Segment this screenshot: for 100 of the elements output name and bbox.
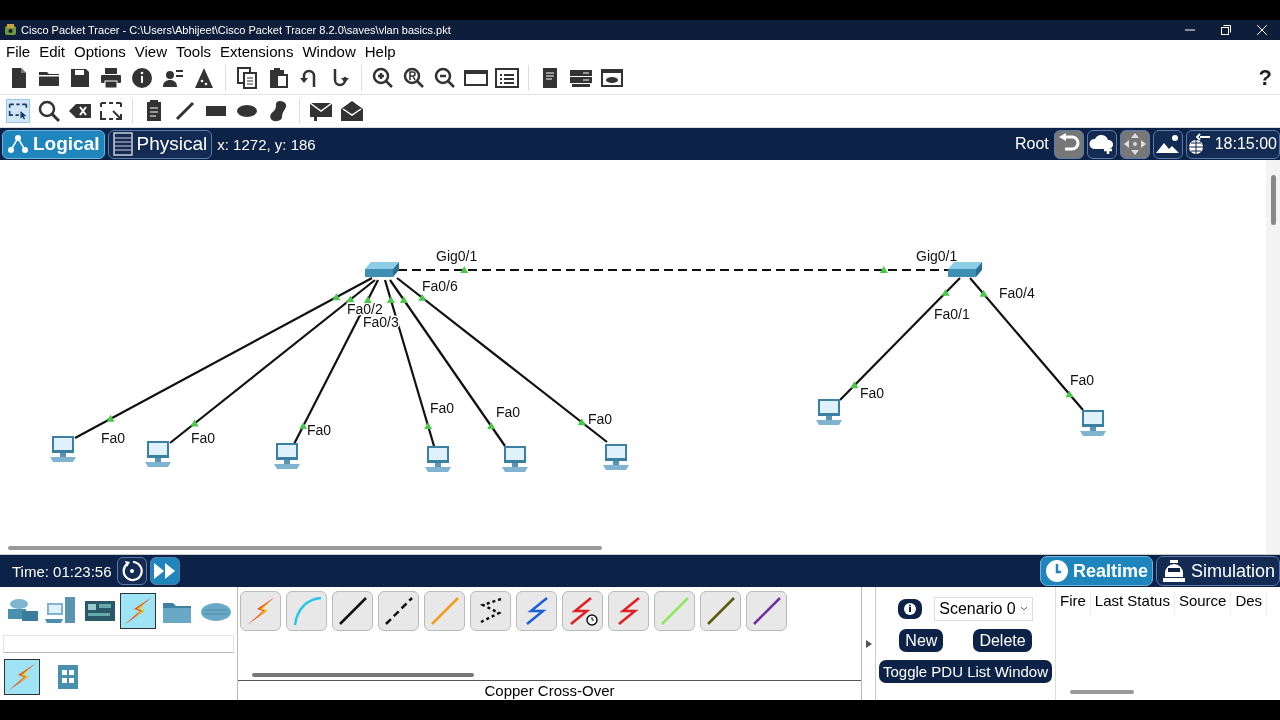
link-light-icon <box>386 295 395 303</box>
link-light-icon <box>850 381 859 389</box>
pc-icon[interactable] <box>603 444 629 470</box>
network-nodes-icon <box>7 133 29 155</box>
stopwatch-icon <box>1160 559 1187 583</box>
vertical-scrollbar[interactable] <box>1266 160 1280 554</box>
zoom-out-icon[interactable] <box>433 65 457 90</box>
switch-icon[interactable] <box>365 262 399 277</box>
info-icon[interactable] <box>130 65 154 90</box>
port-label: Fa0/4 <box>999 285 1035 302</box>
link-light-icon <box>399 295 408 303</box>
port-label: Fa0/1 <box>934 306 970 323</box>
move-arrows-icon <box>1122 132 1147 156</box>
app-logo-icon <box>4 24 17 36</box>
menu-item[interactable]: Window <box>298 42 361 60</box>
simulation-time: Time: 01:23:56 <box>12 562 112 580</box>
pc-icon[interactable] <box>274 443 300 469</box>
mountain-icon <box>1154 133 1181 155</box>
port-label: Fa0 <box>496 404 521 421</box>
globe-icon <box>1186 132 1211 156</box>
link-light-icon <box>424 422 433 430</box>
port-label: Fa0 <box>101 430 126 447</box>
mode-tab[interactable]: Realtime <box>1039 556 1153 586</box>
subcategory-button[interactable] <box>4 659 40 695</box>
link-light-icon <box>979 289 988 297</box>
copy-icon[interactable] <box>235 65 259 90</box>
switch-icon[interactable] <box>948 262 982 277</box>
cable-line[interactable] <box>398 268 950 272</box>
link-light-icon <box>332 293 341 301</box>
link-light-icon <box>1065 390 1074 398</box>
fast-forward-button[interactable] <box>149 557 180 585</box>
cable-button[interactable] <box>332 591 373 631</box>
open-envelope-icon[interactable] <box>340 98 364 123</box>
rack-icon <box>112 132 133 156</box>
reset-icon <box>120 560 143 582</box>
column-header[interactable]: Last Status <box>1090 592 1175 614</box>
cable-button[interactable] <box>470 591 511 631</box>
pc-icon[interactable] <box>816 399 842 425</box>
port-label: Gig0/1 <box>436 248 478 265</box>
cable-button[interactable] <box>746 591 787 631</box>
zoom-reset-icon[interactable] <box>402 65 426 90</box>
clock-icon <box>1044 559 1069 583</box>
move-button[interactable] <box>1119 129 1150 159</box>
menu-item[interactable]: Tools <box>172 42 216 60</box>
pc-icon[interactable] <box>50 436 76 462</box>
category-button[interactable] <box>120 593 157 629</box>
view-tab[interactable]: Physical <box>107 129 213 159</box>
cable-button[interactable] <box>378 591 419 631</box>
horizontal-scrollbar[interactable] <box>8 546 602 550</box>
view-tab[interactable]: Logical <box>2 129 105 159</box>
pc-icon[interactable] <box>1080 410 1106 436</box>
time-button[interactable]: 18:15:00 <box>1185 129 1280 159</box>
toggle-pdu-button[interactable]: Toggle PDU List Window <box>878 660 1053 683</box>
horizontal-scrollbar[interactable] <box>252 673 474 677</box>
menu-item[interactable]: Help <box>360 42 401 60</box>
list-icon[interactable] <box>495 65 519 90</box>
mode-tab[interactable]: Simulation <box>1155 556 1280 586</box>
reset-button[interactable] <box>116 557 147 585</box>
back-button[interactable] <box>1053 129 1084 159</box>
port-label: Fa0/6 <box>422 278 458 295</box>
link-light-icon <box>106 414 115 422</box>
port-label: Gig0/1 <box>916 248 958 265</box>
restore-icon[interactable] <box>1221 25 1231 35</box>
cable-button[interactable] <box>562 591 603 631</box>
search-icon[interactable] <box>37 98 61 123</box>
port-label: Fa0 <box>588 411 613 428</box>
link-light-icon <box>487 422 496 430</box>
scenario-button[interactable]: Delete <box>973 629 1032 652</box>
menu-item[interactable]: Extensions <box>216 42 299 60</box>
link-light-icon <box>299 422 308 430</box>
column-header[interactable]: Fire <box>1056 592 1091 614</box>
scenario-button[interactable]: New <box>899 629 944 652</box>
zoom-in-icon[interactable] <box>371 65 395 90</box>
close-icon[interactable] <box>1257 25 1267 35</box>
column-header[interactable]: Source <box>1174 592 1232 614</box>
select-icon[interactable] <box>6 98 30 123</box>
menu-item[interactable]: File <box>2 42 36 60</box>
pc-icon[interactable] <box>425 446 451 472</box>
cluster-button[interactable] <box>1086 129 1117 159</box>
menu-item[interactable]: Options <box>70 42 131 60</box>
cloud-plus-icon <box>1088 133 1115 155</box>
pc-icon[interactable] <box>145 441 171 467</box>
help-icon[interactable]: ? <box>1258 64 1272 91</box>
port-label: Fa0 <box>860 385 885 402</box>
printer-icon[interactable] <box>99 65 123 90</box>
scenario-dropdown[interactable]: Scenario 0 <box>934 597 1033 621</box>
pc-icon[interactable] <box>502 446 528 472</box>
menu-item[interactable]: View <box>130 42 172 60</box>
port-label: Fa0 <box>191 430 216 447</box>
port-label: Fa0 <box>307 422 332 439</box>
port-label: Fa0 <box>430 400 455 417</box>
column-header[interactable]: Des <box>1231 592 1268 614</box>
info-icon[interactable] <box>898 599 923 619</box>
menu-item[interactable]: Edit <box>35 42 71 60</box>
caret-icon <box>1019 606 1028 612</box>
link-light-icon <box>460 266 469 273</box>
link-light-icon <box>941 288 950 296</box>
cursor-coordinates: x: 1272, y: 186 <box>217 135 317 153</box>
expand-handle-icon[interactable] <box>865 639 872 648</box>
horizontal-scrollbar[interactable] <box>1070 690 1134 694</box>
